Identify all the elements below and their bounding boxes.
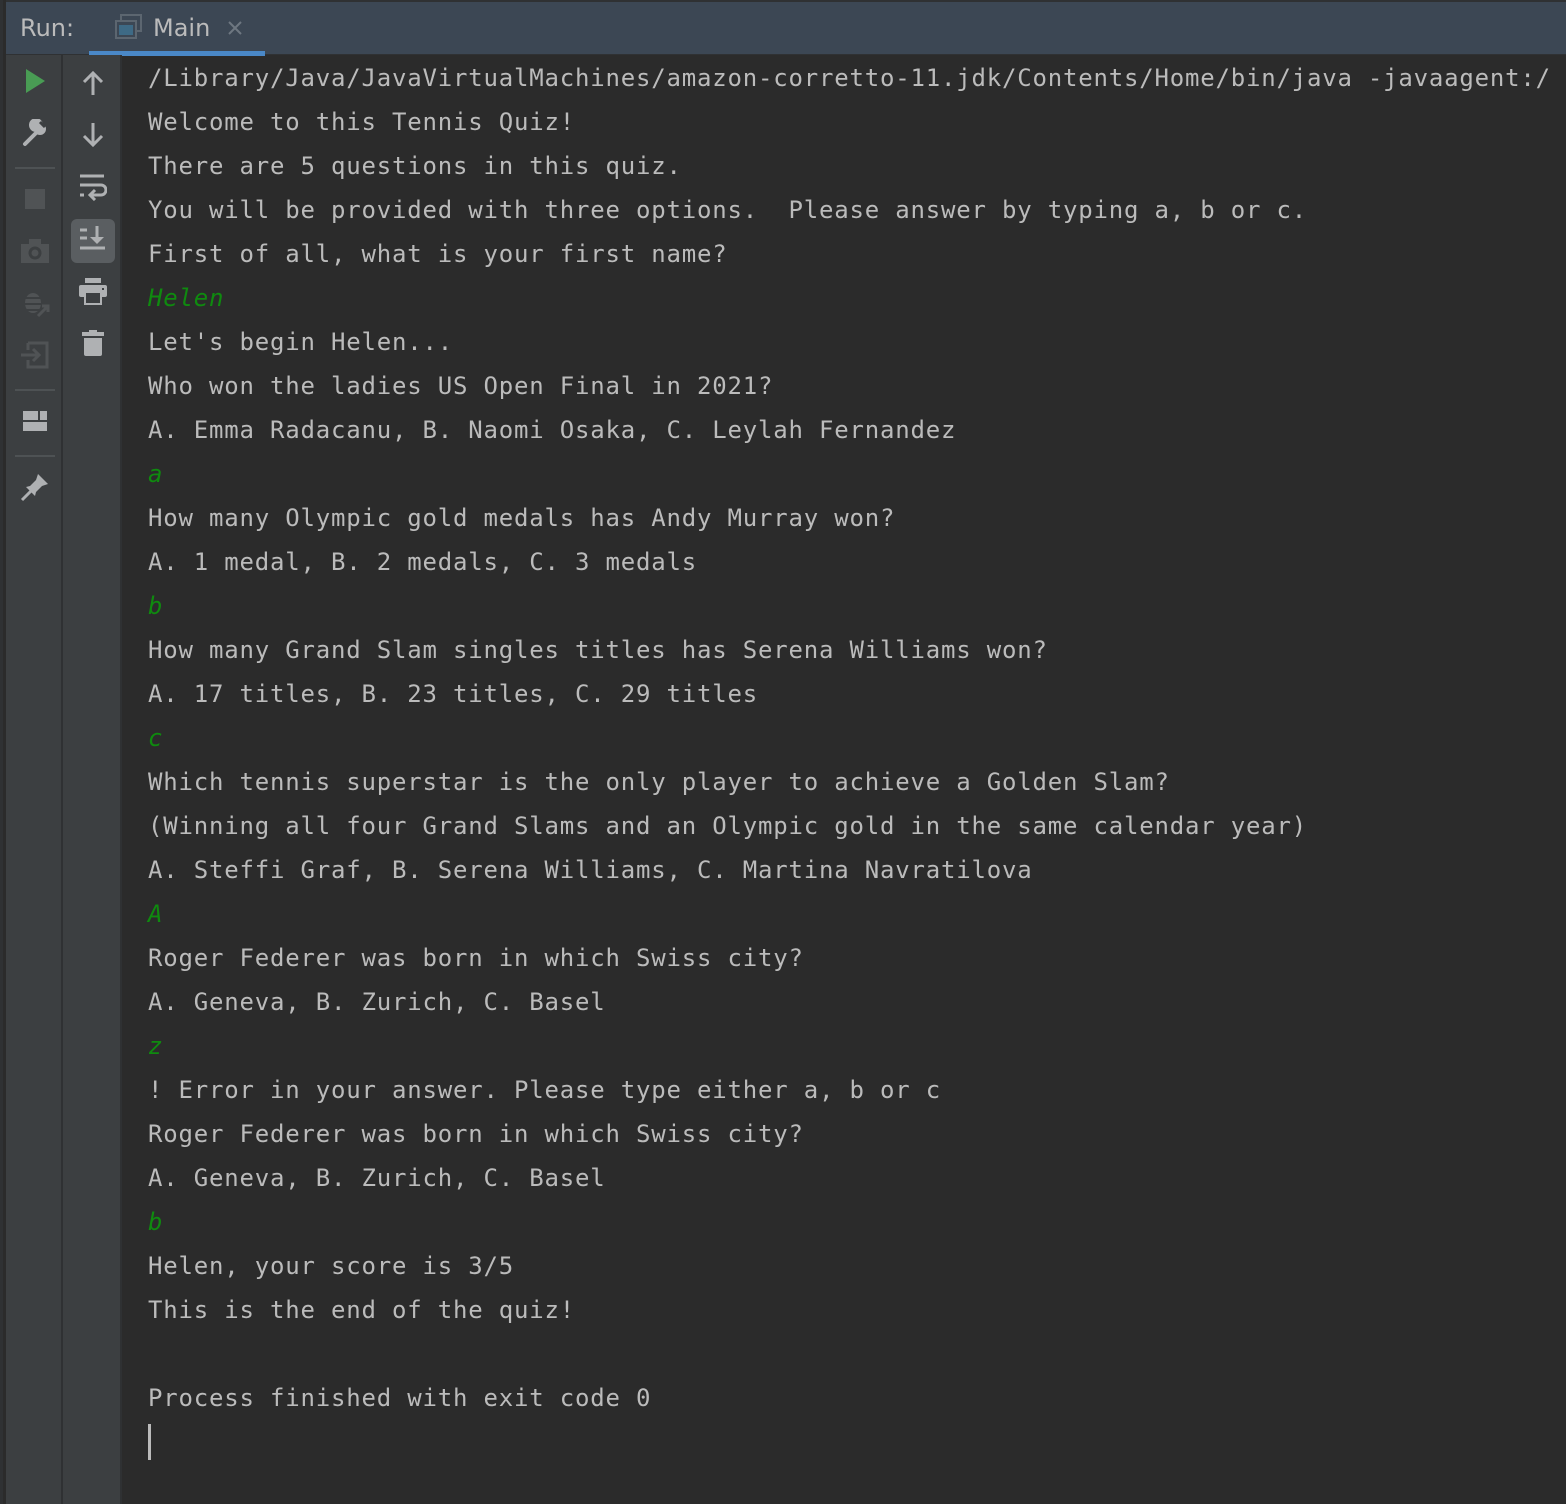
soft-wrap-button[interactable] bbox=[71, 167, 115, 211]
rerun-button[interactable] bbox=[13, 61, 57, 105]
console-output-line: A. Emma Radacanu, B. Naomi Osaka, C. Ley… bbox=[148, 416, 957, 444]
console-output-line: Roger Federer was born in which Swiss ci… bbox=[148, 1120, 804, 1148]
console-output-line: A. Steffi Graf, B. Serena Williams, C. M… bbox=[148, 856, 1033, 884]
down-stack-button[interactable] bbox=[71, 115, 115, 159]
console-user-input-line: a bbox=[148, 460, 164, 488]
arrow-up-icon bbox=[81, 70, 105, 100]
console-output-line: A. 1 medal, B. 2 medals, C. 3 medals bbox=[148, 548, 697, 576]
console-output-line: Process finished with exit code 0 bbox=[148, 1384, 652, 1412]
console-output-line: How many Olympic gold medals has Andy Mu… bbox=[148, 504, 896, 532]
console-output-line: A. Geneva, B. Zurich, C. Basel bbox=[148, 988, 606, 1016]
trash-icon bbox=[81, 329, 105, 361]
up-stack-button[interactable] bbox=[71, 63, 115, 107]
print-button[interactable] bbox=[71, 271, 115, 315]
arrow-down-icon bbox=[81, 122, 105, 152]
console-output-line: Which tennis superstar is the only playe… bbox=[148, 768, 1170, 796]
console-output-line: How many Grand Slam singles titles has S… bbox=[148, 636, 1048, 664]
console-output-line: First of all, what is your first name? bbox=[148, 240, 728, 268]
console-output-line: A. Geneva, B. Zurich, C. Basel bbox=[148, 1164, 606, 1192]
scroll-to-end-icon bbox=[79, 225, 107, 257]
console-output-line: Let's begin Helen... bbox=[148, 328, 453, 356]
toolbar-separator bbox=[15, 389, 55, 391]
restore-layout-button[interactable] bbox=[13, 401, 57, 445]
run-tool-window: Run: Main /Library/Java/JavaVirtualMachi… bbox=[0, 0, 1566, 1504]
layout-icon bbox=[22, 410, 48, 436]
console-user-input-line: z bbox=[148, 1032, 164, 1060]
console-output-line: You will be provided with three options.… bbox=[148, 196, 1307, 224]
run-label: Run: bbox=[20, 14, 75, 42]
console-output-line: (Winning all four Grand Slams and an Oly… bbox=[148, 812, 1307, 840]
toolbar-separator bbox=[15, 167, 55, 169]
console-output-line: Roger Federer was born in which Swiss ci… bbox=[148, 944, 804, 972]
bug-exit-icon bbox=[20, 288, 50, 322]
console-window-icon bbox=[115, 14, 143, 40]
stop-button[interactable] bbox=[13, 179, 57, 223]
login-icon bbox=[20, 340, 50, 374]
console-output-line: Helen, your score is 3/5 bbox=[148, 1252, 514, 1280]
console-user-input-line: b bbox=[148, 1208, 164, 1236]
pin-tab-button[interactable] bbox=[13, 467, 57, 511]
console-output[interactable]: /Library/Java/JavaVirtualMachines/amazon… bbox=[122, 56, 1566, 1504]
console-output-line: /Library/Java/JavaVirtualMachines/amazon… bbox=[148, 64, 1551, 92]
toolbar-separator bbox=[15, 455, 55, 457]
soft-wrap-icon bbox=[79, 173, 108, 205]
console-output-line: There are 5 questions in this quiz. bbox=[148, 152, 682, 180]
play-icon bbox=[23, 68, 47, 98]
run-tool-window-header: Run: Main bbox=[6, 0, 1566, 57]
close-icon[interactable] bbox=[225, 18, 245, 38]
printer-icon bbox=[78, 277, 108, 309]
console-user-input-line: A bbox=[148, 900, 164, 928]
edit-configuration-button[interactable] bbox=[13, 113, 57, 157]
text-cursor bbox=[148, 1424, 151, 1460]
console-user-input-line: b bbox=[148, 592, 164, 620]
stop-icon bbox=[24, 188, 46, 214]
scroll-to-end-button[interactable] bbox=[71, 219, 115, 263]
attach-button[interactable] bbox=[13, 335, 57, 379]
console-user-input-line: Helen bbox=[148, 284, 225, 312]
console-output-line: This is the end of the quiz! bbox=[148, 1296, 575, 1324]
console-actions-toolbar bbox=[63, 55, 122, 1504]
run-actions-toolbar bbox=[6, 55, 63, 1504]
console-output-line: Welcome to this Tennis Quiz! bbox=[148, 108, 575, 136]
console-user-input-line: c bbox=[148, 724, 164, 752]
clear-all-button[interactable] bbox=[71, 323, 115, 367]
exit-debug-button[interactable] bbox=[13, 283, 57, 327]
console-output-line: Who won the ladies US Open Final in 2021… bbox=[148, 372, 774, 400]
camera-icon bbox=[20, 238, 50, 268]
console-output-line: A. 17 titles, B. 23 titles, C. 29 titles bbox=[148, 680, 758, 708]
dump-threads-button[interactable] bbox=[13, 231, 57, 275]
tab-label: Main bbox=[153, 14, 211, 42]
wrench-icon bbox=[21, 118, 49, 151]
console-output-line: ! Error in your answer. Please type eith… bbox=[148, 1076, 941, 1104]
pin-icon bbox=[20, 472, 50, 506]
tab-main[interactable]: Main bbox=[89, 2, 265, 57]
